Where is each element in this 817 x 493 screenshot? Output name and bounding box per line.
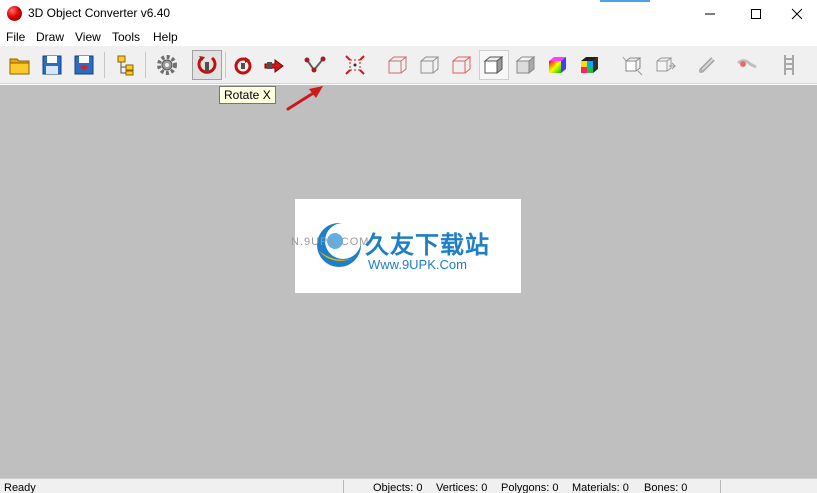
title-bar: 3D Object Converter v6.40: [0, 0, 817, 28]
ladder-icon: [784, 55, 794, 75]
maximize-button[interactable]: [735, 0, 777, 28]
status-objects: Objects: 0: [373, 482, 423, 493]
menu-help[interactable]: Help: [153, 30, 178, 44]
smooth-shaded-box-icon: [515, 55, 536, 75]
toolbar-separator: [104, 52, 105, 78]
hierarchy-button[interactable]: [110, 50, 140, 80]
wireframe-box-icon: [388, 56, 408, 74]
status-vertices: Vertices: 0: [436, 482, 488, 493]
maximize-icon: [751, 9, 761, 19]
scale-button[interactable]: [340, 50, 370, 80]
tooltip: Rotate X: [219, 86, 276, 104]
bone-tool-icon: [699, 57, 715, 73]
toolbar-separator: [145, 52, 146, 78]
close-button[interactable]: [776, 0, 817, 28]
watermark-side-text: N.9UPK.COM: [291, 236, 370, 248]
toolbar-separator: [225, 52, 226, 78]
save-as-button[interactable]: [69, 50, 99, 80]
status-bar: Ready Objects: 0 Vertices: 0 Polygons: 0…: [0, 478, 817, 493]
rotate-y-button[interactable]: [228, 50, 258, 80]
watermark-logo: N.9UPK.COM 久友下载站 Www.9UPK.Com: [291, 199, 521, 293]
flat-shaded-button[interactable]: [479, 50, 509, 80]
rotate-x-icon: [197, 56, 217, 74]
app-icon: [7, 6, 22, 21]
scale-icon: [345, 55, 365, 75]
menu-bar: File Draw View Tools Help: [0, 28, 817, 46]
textured-button[interactable]: [575, 50, 605, 80]
wireframe-button[interactable]: [383, 50, 413, 80]
move-vertex-icon: [304, 56, 326, 73]
colored-box-icon: [549, 57, 566, 73]
rotate-z-button[interactable]: [259, 50, 289, 80]
box-arrow-icon: [656, 57, 677, 72]
skin-tool-icon: [737, 59, 757, 69]
rotate-y-icon: [234, 57, 252, 75]
wireframe-hidden-button[interactable]: [415, 50, 445, 80]
save-button[interactable]: [37, 50, 67, 80]
colored-shaded-button[interactable]: [543, 50, 573, 80]
menu-file[interactable]: File: [6, 30, 25, 44]
watermark-title: 久友下载站: [365, 231, 490, 259]
title-accent-line: [600, 0, 650, 2]
smooth-shaded-button[interactable]: [511, 50, 541, 80]
save-icon: [42, 55, 62, 75]
hierarchy-icon: [117, 55, 134, 76]
bone-button[interactable]: [692, 50, 722, 80]
menu-draw[interactable]: Draw: [36, 30, 64, 44]
minimize-icon: [705, 13, 715, 15]
window-title: 3D Object Converter v6.40: [28, 6, 171, 20]
status-materials: Materials: 0: [572, 482, 629, 493]
status-polygons: Polygons: 0: [501, 482, 559, 493]
wireframe-box-red-icon: [452, 56, 472, 74]
settings-gear-icon: [157, 55, 177, 75]
status-divider: [343, 480, 344, 493]
flat-shaded-box-icon: [483, 55, 504, 75]
settings-button[interactable]: [152, 50, 182, 80]
skin-button[interactable]: [732, 50, 762, 80]
move-vertex-button[interactable]: [300, 50, 330, 80]
status-ready: Ready: [4, 482, 36, 493]
minimize-button[interactable]: [689, 0, 731, 28]
open-button[interactable]: [5, 50, 35, 80]
ladder-button[interactable]: [774, 50, 804, 80]
watermark-url: Www.9UPK.Com: [368, 257, 467, 272]
wireframe-box-2-icon: [420, 56, 440, 74]
menu-view[interactable]: View: [75, 30, 101, 44]
toolbar: [0, 46, 817, 84]
status-divider: [720, 480, 721, 493]
open-folder-icon: [9, 58, 30, 75]
status-bones: Bones: 0: [644, 482, 688, 493]
textured-box-icon: [581, 57, 598, 73]
save-special-icon: [74, 55, 94, 75]
box-move-button[interactable]: [650, 50, 680, 80]
close-icon: [791, 8, 803, 20]
wireframe-color-button[interactable]: [447, 50, 477, 80]
rotate-x-button[interactable]: [192, 50, 222, 80]
explode-button[interactable]: [617, 50, 647, 80]
menu-tools[interactable]: Tools: [112, 30, 140, 44]
annotation-arrow-icon: [286, 86, 323, 111]
rotate-z-icon: [264, 59, 284, 73]
explode-box-icon: [622, 56, 643, 76]
